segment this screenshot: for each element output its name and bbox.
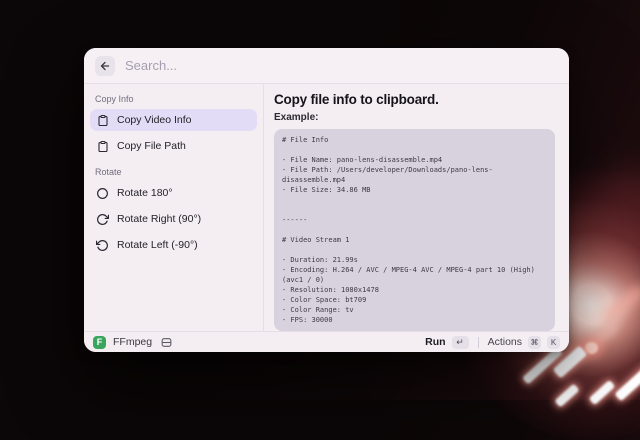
sidebar-item-copy-file-path[interactable]: Copy File Path: [90, 135, 257, 157]
arrow-left-icon: [99, 60, 111, 72]
section-label-rotate: Rotate: [90, 161, 257, 182]
bokeh-dot: [585, 342, 598, 354]
sidebar-item-rotate-left[interactable]: Rotate Left (-90°): [90, 234, 257, 256]
sidebar: Copy Info Copy Video Info Copy File Path…: [84, 84, 264, 331]
ffmpeg-app-icon: F: [93, 336, 106, 349]
command-key-icon: ⌘: [528, 336, 541, 349]
sidebar-item-label: Rotate Left (-90°): [117, 239, 198, 251]
k-key-icon: K: [547, 336, 560, 349]
detail-title: Copy file info to clipboard.: [274, 92, 555, 108]
footer-bar: F FFmpeg Run ↵ Actions ⌘ K: [84, 331, 569, 352]
clipboard-icon: [96, 140, 109, 153]
sidebar-item-label: Rotate Right (90°): [117, 213, 201, 225]
actions-button[interactable]: Actions ⌘ K: [488, 336, 560, 349]
detail-pane: Copy file info to clipboard. Example: # …: [264, 84, 569, 331]
return-key-icon: ↵: [452, 336, 469, 349]
sidebar-item-rotate-180[interactable]: Rotate 180°: [90, 182, 257, 204]
example-label: Example:: [274, 112, 555, 124]
code-block[interactable]: # File Info - File Name: pano-lens-disas…: [274, 129, 555, 331]
rotate-clockwise-icon: [96, 213, 109, 226]
search-input[interactable]: Search...: [125, 58, 177, 73]
sidebar-item-label: Copy File Path: [117, 140, 186, 152]
window-body: Copy Info Copy Video Info Copy File Path…: [84, 84, 569, 331]
clipboard-icon: [96, 114, 109, 127]
run-button[interactable]: Run ↵: [425, 336, 468, 349]
footer-divider: [478, 337, 479, 348]
sidebar-item-label: Rotate 180°: [117, 187, 173, 199]
circle-icon: [96, 187, 109, 200]
sidebar-item-copy-video-info[interactable]: Copy Video Info: [90, 109, 257, 131]
launcher-window: Search... Copy Info Copy Video Info Copy…: [84, 48, 569, 352]
extension-name: FFmpeg: [113, 336, 152, 348]
disk-icon: [160, 336, 173, 349]
run-label: Run: [425, 336, 445, 348]
rotate-counterclockwise-icon: [96, 239, 109, 252]
search-bar: Search...: [84, 48, 569, 84]
section-label-copy-info: Copy Info: [90, 88, 257, 109]
back-button[interactable]: [95, 56, 115, 76]
sidebar-item-label: Copy Video Info: [117, 114, 192, 126]
actions-label: Actions: [488, 336, 522, 348]
sidebar-item-rotate-right[interactable]: Rotate Right (90°): [90, 208, 257, 230]
code-text: # File Info - File Name: pano-lens-disas…: [282, 135, 547, 325]
